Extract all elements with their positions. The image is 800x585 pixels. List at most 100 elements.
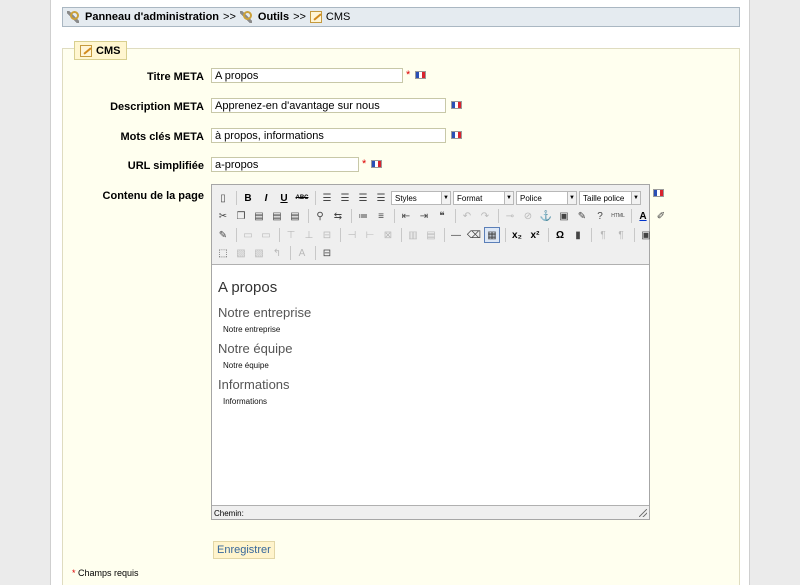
breadcrumb-current: CMS xyxy=(325,11,351,23)
numbered-list-icon[interactable]: ≡ xyxy=(373,208,389,224)
bullet-list-icon[interactable]: ≔ xyxy=(355,208,371,224)
required-note: * Champs requis xyxy=(72,568,139,578)
save-button[interactable]: Enregistrer xyxy=(213,541,275,559)
help-icon[interactable]: ? xyxy=(592,208,608,224)
french-flag-icon xyxy=(371,160,382,168)
visual-aid-icon[interactable]: ▦ xyxy=(484,227,500,243)
page-panel: Panneau d'administration >> Outils >> CM… xyxy=(50,0,750,585)
horizontal-rule-icon[interactable]: — xyxy=(448,227,464,243)
title-meta-label: Titre META xyxy=(146,71,204,83)
merge-cells-icon[interactable]: ▤ xyxy=(423,227,439,243)
content-paragraph: Informations xyxy=(223,397,268,406)
fullscreen-icon[interactable]: ▣ xyxy=(638,227,654,243)
wrench-icon xyxy=(239,11,252,23)
page-break-icon[interactable]: ⊟ xyxy=(319,245,335,261)
strikethrough-button[interactable]: ABC xyxy=(294,190,310,206)
select-all-icon[interactable]: ⬚ xyxy=(215,245,231,261)
cms-icon xyxy=(80,44,92,57)
absolute-position-icon[interactable]: ↰ xyxy=(269,245,285,261)
content-paragraph: Notre équipe xyxy=(223,361,269,370)
undo-icon[interactable]: ↶ xyxy=(459,208,475,224)
outdent-icon[interactable]: ⇤ xyxy=(398,208,414,224)
align-right-icon[interactable]: ☰ xyxy=(355,190,371,206)
link-icon[interactable]: ⊸ xyxy=(502,208,518,224)
french-flag-icon xyxy=(451,131,462,139)
ltr-icon[interactable]: ¶ xyxy=(595,227,611,243)
layer-backward-icon[interactable]: ▧ xyxy=(251,245,267,261)
table-cell-icon[interactable]: ▭ xyxy=(258,227,274,243)
layer-forward-icon[interactable]: ▧ xyxy=(233,245,249,261)
breadcrumb-separator: >> xyxy=(293,11,306,23)
required-mark: * xyxy=(72,568,76,578)
table-row-icon[interactable]: ▭ xyxy=(240,227,256,243)
required-mark: * xyxy=(406,69,411,81)
content-section-title: Notre entreprise xyxy=(218,305,312,320)
title-meta-input[interactable] xyxy=(211,68,403,83)
eraser-icon[interactable]: ⌫ xyxy=(466,227,482,243)
text-color-button[interactable]: A xyxy=(635,208,651,224)
edit-icon[interactable]: ✎ xyxy=(215,227,231,243)
content-heading: A propos xyxy=(218,279,278,296)
unlink-icon[interactable]: ⊘ xyxy=(520,208,536,224)
french-flag-icon xyxy=(415,71,426,79)
rich-text-editor: ▯ B I U ABC ☰ ☰ ☰ ☰ Styles ▼ Format ▼ Poli… xyxy=(211,184,665,520)
styles-select[interactable]: Styles ▼ xyxy=(391,191,451,205)
redo-icon[interactable]: ↷ xyxy=(477,208,493,224)
anchor-icon[interactable]: ⚓ xyxy=(538,208,554,224)
underline-button[interactable]: U xyxy=(276,190,292,206)
insert-col-after-icon[interactable]: ⊢ xyxy=(362,227,378,243)
delete-row-icon[interactable]: ⊟ xyxy=(319,227,335,243)
style-props-icon[interactable]: A xyxy=(294,245,310,261)
wrench-icon xyxy=(67,11,79,23)
paste-icon[interactable]: ▤ xyxy=(251,208,267,224)
breadcrumb-tools-link[interactable]: Outils xyxy=(258,11,289,23)
insert-col-before-icon[interactable]: ⊣ xyxy=(344,227,360,243)
keywords-meta-label: Mots clés META xyxy=(120,131,204,143)
superscript-button[interactable]: x² xyxy=(527,227,543,243)
url-input[interactable] xyxy=(211,157,359,172)
align-left-icon[interactable]: ☰ xyxy=(319,190,335,206)
cleanup-icon[interactable]: ✎ xyxy=(574,208,590,224)
content-section-title: Informations xyxy=(218,377,290,392)
html-source-icon[interactable]: HTML xyxy=(610,208,626,224)
highlight-color-icon[interactable]: ✐ xyxy=(653,208,669,224)
font-size-select[interactable]: Taille police ▼ xyxy=(579,191,641,205)
italic-button[interactable]: I xyxy=(258,190,274,206)
special-char-button[interactable]: Ω xyxy=(552,227,568,243)
align-justify-icon[interactable]: ☰ xyxy=(373,190,389,206)
image-icon[interactable]: ▣ xyxy=(556,208,572,224)
bold-button[interactable]: B xyxy=(240,190,256,206)
delete-col-icon[interactable]: ⊠ xyxy=(380,227,396,243)
align-center-icon[interactable]: ☰ xyxy=(337,190,353,206)
paste-text-icon[interactable]: ▤ xyxy=(269,208,285,224)
resize-grip-icon[interactable] xyxy=(639,509,647,517)
new-document-icon[interactable]: ▯ xyxy=(215,190,231,206)
find-icon[interactable]: ⚲ xyxy=(312,208,328,224)
font-select[interactable]: Police ▼ xyxy=(516,191,577,205)
insert-row-after-icon[interactable]: ⊥ xyxy=(301,227,317,243)
required-note-text: Champs requis xyxy=(78,568,139,578)
cms-icon xyxy=(309,11,322,23)
insert-row-before-icon[interactable]: ⊤ xyxy=(283,227,299,243)
copy-icon[interactable]: ❐ xyxy=(233,208,249,224)
description-meta-input[interactable] xyxy=(211,98,446,113)
content-section-title: Notre équipe xyxy=(218,341,293,356)
indent-icon[interactable]: ⇥ xyxy=(416,208,432,224)
french-flag-icon xyxy=(451,101,462,109)
format-select[interactable]: Format ▼ xyxy=(453,191,514,205)
paste-word-icon[interactable]: ▤ xyxy=(287,208,303,224)
french-flag-icon xyxy=(653,189,664,197)
cut-icon[interactable]: ✂ xyxy=(215,208,231,224)
media-icon[interactable]: ▮ xyxy=(570,227,586,243)
keywords-meta-input[interactable] xyxy=(211,128,446,143)
rtl-icon[interactable]: ¶ xyxy=(613,227,629,243)
blockquote-icon[interactable]: ❝ xyxy=(434,208,450,224)
fieldset-legend: CMS xyxy=(74,41,128,60)
editor-content-area[interactable]: A propos Notre entreprise Notre entrepri… xyxy=(212,264,649,506)
replace-icon[interactable]: ⇆ xyxy=(330,208,346,224)
breadcrumb-admin-link[interactable]: Panneau d'administration xyxy=(85,11,219,23)
content-label: Contenu de la page xyxy=(102,190,204,202)
content-paragraph: Notre entreprise xyxy=(223,325,281,334)
split-cells-icon[interactable]: ▥ xyxy=(405,227,421,243)
subscript-button[interactable]: x₂ xyxy=(509,227,525,243)
